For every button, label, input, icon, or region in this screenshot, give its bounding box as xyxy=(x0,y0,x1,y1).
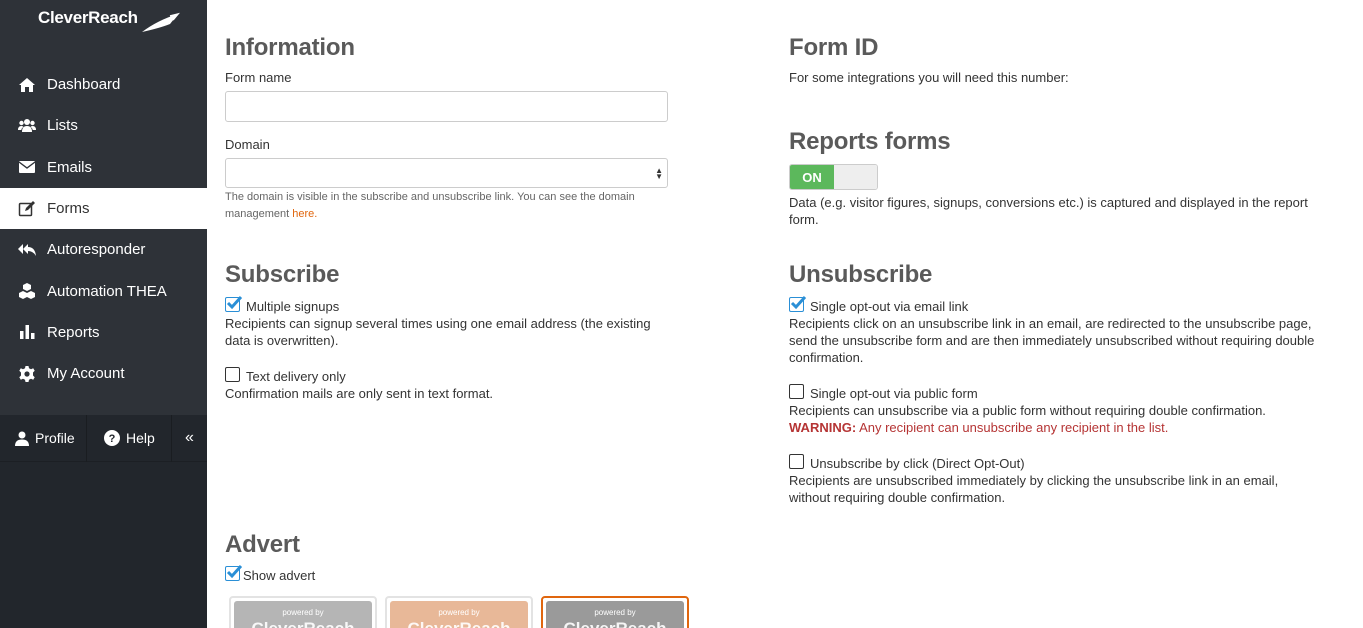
logo-text: CleverReach xyxy=(38,8,138,27)
direct-optout-desc: Recipients are unsubscribed immediately … xyxy=(789,473,1279,505)
sidebar-bottom-bar: Profile ? Help « xyxy=(0,414,207,462)
domain-hint-text: The domain is visible in the subscribe a… xyxy=(225,191,635,220)
cubes-icon xyxy=(17,282,37,300)
sidebar-item-autoresponder[interactable]: Autoresponder xyxy=(0,229,207,270)
optout-email-link-checkbox[interactable] xyxy=(789,295,807,312)
sidebar-item-automation-thea[interactable]: Automation THEA xyxy=(0,270,207,311)
text-delivery-checkbox[interactable] xyxy=(225,367,240,382)
sidebar-item-my-account[interactable]: My Account xyxy=(0,353,207,394)
question-circle-icon: ? xyxy=(104,430,120,446)
advert-thumb-orange[interactable]: powered by CleverReach xyxy=(385,596,533,628)
advert-thumb-dark-selected[interactable]: powered by CleverReach xyxy=(541,596,689,628)
sidebar: CleverReach Dashboard Lists Emails Forms… xyxy=(0,0,207,628)
optout-public-form-checkbox[interactable] xyxy=(789,384,804,399)
edit-icon xyxy=(17,200,37,218)
double-chevron-left-icon: « xyxy=(185,429,194,446)
reports-forms-text: Data (e.g. visitor figures, signups, con… xyxy=(789,195,1308,227)
home-icon xyxy=(17,76,37,94)
sidebar-item-label: Automation THEA xyxy=(47,282,167,300)
sidebar-item-reports[interactable]: Reports xyxy=(0,312,207,353)
advert-thumb-grey[interactable]: powered by CleverReach xyxy=(229,596,377,628)
optout-public-form-label[interactable]: Single opt-out via public form xyxy=(810,385,978,402)
profile-button[interactable]: Profile xyxy=(0,414,87,462)
advert-title: Advert xyxy=(225,531,300,558)
warning-label: WARNING: xyxy=(789,420,857,435)
form-id-title: Form ID xyxy=(789,34,879,61)
direct-optout-label[interactable]: Unsubscribe by click (Direct Opt-Out) xyxy=(810,455,1025,472)
advert-thumb-inner: powered by CleverReach xyxy=(390,601,528,628)
domain-label: Domain xyxy=(225,137,270,152)
advert-caption: powered by xyxy=(438,608,480,617)
optout-public-form-warning: WARNING: Any recipient can unsubscribe a… xyxy=(789,419,1319,436)
multiple-signups-checkbox[interactable] xyxy=(225,295,243,312)
profile-label: Profile xyxy=(35,430,75,446)
optout-email-link-label[interactable]: Single opt-out via email link xyxy=(810,298,968,315)
logo-swoosh-icon xyxy=(141,12,180,32)
toggle-off-handle xyxy=(834,165,877,189)
domain-management-link[interactable]: here. xyxy=(292,208,317,220)
sidebar-item-label: Dashboard xyxy=(47,76,121,94)
sidebar-item-emails[interactable]: Emails xyxy=(0,147,207,188)
information-title: Information xyxy=(225,34,355,61)
multiple-signups-label[interactable]: Multiple signups xyxy=(246,298,339,315)
checkmark-icon xyxy=(790,295,807,310)
unsubscribe-title: Unsubscribe xyxy=(789,261,933,288)
gear-icon xyxy=(17,365,37,383)
reports-forms-title: Reports forms xyxy=(789,128,951,155)
advert-brand: CleverReach xyxy=(546,619,684,628)
collapse-sidebar-button[interactable]: « xyxy=(172,415,207,462)
warning-text: Any recipient can unsubscribe any recipi… xyxy=(859,420,1169,435)
help-button[interactable]: ? Help xyxy=(87,414,172,462)
users-icon xyxy=(17,117,37,135)
text-delivery-label[interactable]: Text delivery only xyxy=(246,368,346,385)
cleverreach-logo[interactable]: CleverReach xyxy=(38,8,180,38)
envelope-icon xyxy=(17,158,37,176)
svg-text:?: ? xyxy=(109,433,116,445)
direct-optout-checkbox[interactable] xyxy=(789,454,804,469)
advert-brand: CleverReach xyxy=(234,619,372,628)
user-icon xyxy=(15,431,29,446)
advert-caption: powered by xyxy=(594,608,636,617)
multiple-signups-desc: Recipients can signup several times usin… xyxy=(225,316,651,348)
subscribe-title: Subscribe xyxy=(225,261,340,288)
domain-select[interactable]: ▲ ▼ xyxy=(225,158,668,188)
form-name-input[interactable] xyxy=(225,91,668,122)
text-delivery-desc: Confirmation mails are only sent in text… xyxy=(225,386,494,401)
reply-all-icon xyxy=(17,241,37,259)
form-name-label: Form name xyxy=(225,70,292,85)
show-advert-label[interactable]: Show advert xyxy=(243,567,315,584)
sidebar-item-forms[interactable]: Forms xyxy=(0,187,207,230)
optout-public-form-desc: Recipients can unsubscribe via a public … xyxy=(789,403,1266,418)
advert-caption: powered by xyxy=(282,608,324,617)
help-label: Help xyxy=(126,430,155,446)
sidebar-item-label: Emails xyxy=(47,158,93,176)
sidebar-item-label: My Account xyxy=(47,365,125,383)
sidebar-item-label: Reports xyxy=(47,323,100,341)
toggle-on-label: ON xyxy=(790,165,834,189)
optout-email-link-desc: Recipients click on an unsubscribe link … xyxy=(789,316,1315,365)
checkmark-icon xyxy=(226,564,243,579)
sidebar-menu: Dashboard Lists Emails Forms Autorespond… xyxy=(0,64,207,394)
sidebar-item-label: Lists xyxy=(47,117,78,135)
form-id-text: For some integrations you will need this… xyxy=(789,70,1069,85)
sidebar-item-label: Autoresponder xyxy=(47,241,146,259)
reports-forms-toggle[interactable]: ON xyxy=(789,164,878,190)
advert-thumb-inner: powered by CleverReach xyxy=(234,601,372,628)
advert-brand: CleverReach xyxy=(390,619,528,628)
sidebar-item-dashboard[interactable]: Dashboard xyxy=(0,64,207,105)
sidebar-item-label: Forms xyxy=(47,200,90,218)
show-advert-checkbox[interactable] xyxy=(225,564,243,581)
bar-chart-icon xyxy=(17,323,37,341)
checkmark-icon xyxy=(226,295,243,310)
advert-thumb-inner: powered by CleverReach xyxy=(546,601,684,628)
select-arrows-icon: ▲ ▼ xyxy=(655,166,663,181)
sidebar-item-lists[interactable]: Lists xyxy=(0,105,207,146)
domain-hint: The domain is visible in the subscribe a… xyxy=(225,189,665,223)
